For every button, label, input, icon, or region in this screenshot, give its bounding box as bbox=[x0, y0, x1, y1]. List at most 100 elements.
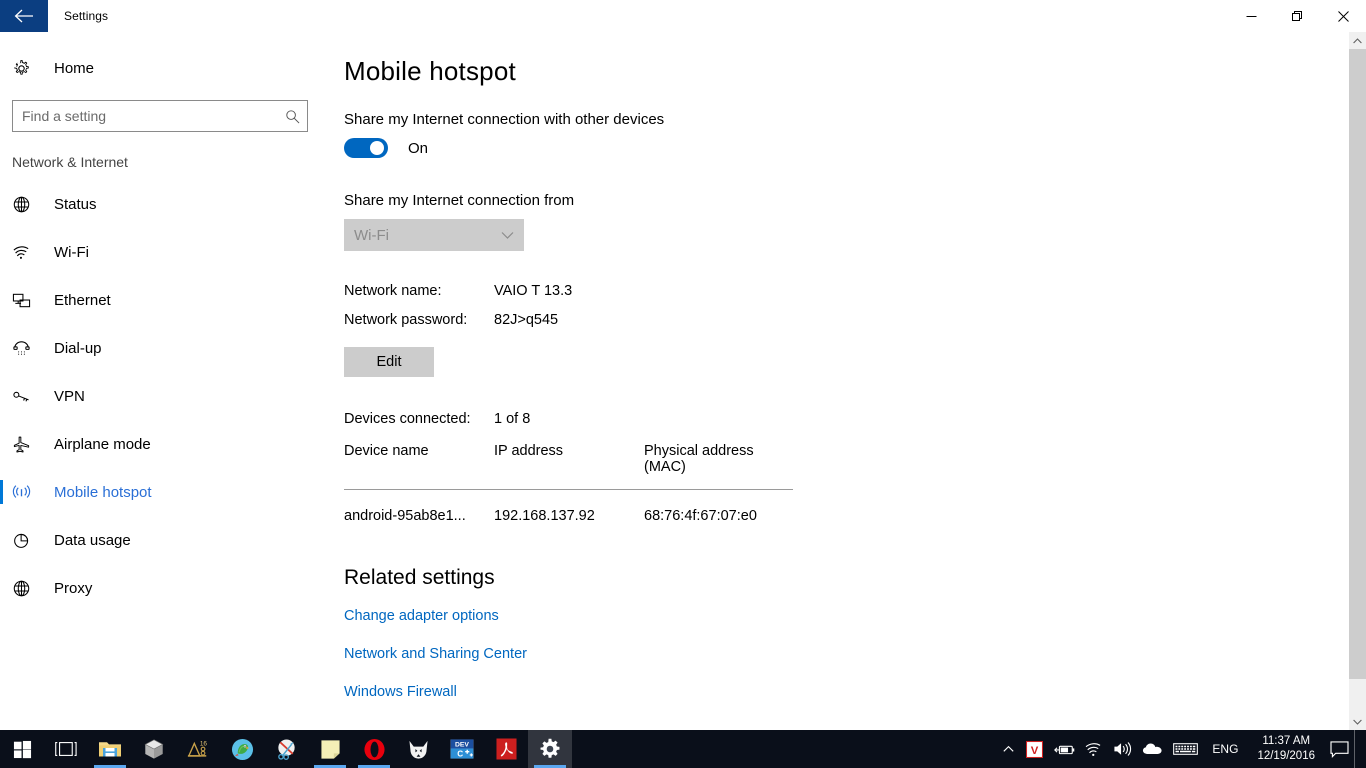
sidebar-item-dialup[interactable]: Dial-up bbox=[0, 324, 330, 372]
sidebar-item-label: VPN bbox=[54, 387, 85, 405]
taskbar-virtualbox[interactable] bbox=[132, 730, 176, 768]
column-header-mac-address: Physical address (MAC) bbox=[644, 443, 793, 490]
taskbar-settings-app[interactable] bbox=[528, 730, 572, 768]
taskbar-parrot-app[interactable] bbox=[220, 730, 264, 768]
gear-icon bbox=[540, 738, 560, 758]
share-connection-toggle[interactable] bbox=[344, 138, 388, 158]
tray-network-icon[interactable] bbox=[1080, 730, 1108, 768]
vertical-scrollbar[interactable] bbox=[1349, 32, 1366, 730]
scroll-down-button[interactable] bbox=[1349, 713, 1366, 730]
scrollbar-track[interactable] bbox=[1349, 49, 1366, 713]
network-name-key: Network name: bbox=[344, 283, 442, 299]
network-name-row: Network name: VAIO T 13.3 bbox=[344, 283, 1356, 299]
back-button[interactable] bbox=[0, 0, 48, 32]
close-button[interactable] bbox=[1320, 0, 1366, 32]
globe-icon bbox=[12, 579, 42, 598]
tray-overflow-button[interactable] bbox=[995, 730, 1021, 768]
taskbar-dev-cpp[interactable]: DEV C bbox=[440, 730, 484, 768]
devices-connected-value: 1 of 8 bbox=[494, 411, 531, 427]
sidebar-item-label: Data usage bbox=[54, 531, 131, 549]
column-header-ip-address: IP address bbox=[494, 443, 644, 490]
sidebar-item-home[interactable]: Home bbox=[0, 48, 330, 88]
sidebar-item-label: Dial-up bbox=[54, 339, 102, 357]
network-password-key: Network password: bbox=[344, 312, 468, 328]
sidebar-item-status[interactable]: Status bbox=[0, 180, 330, 228]
main-content: Mobile hotspot Share my Internet connect… bbox=[330, 32, 1356, 730]
search-box[interactable] bbox=[12, 100, 308, 132]
svg-text:16: 16 bbox=[200, 740, 208, 747]
start-button[interactable] bbox=[0, 730, 44, 768]
speaker-icon bbox=[1114, 742, 1132, 756]
selection-accent-bar bbox=[0, 432, 3, 456]
search-icon bbox=[277, 109, 307, 124]
taskbar-snipping-tool[interactable] bbox=[264, 730, 308, 768]
selection-accent-bar bbox=[0, 240, 3, 264]
action-center-button[interactable] bbox=[1325, 730, 1354, 768]
tray-vuze-icon[interactable]: V bbox=[1021, 730, 1048, 768]
taskbar-foobar2000[interactable] bbox=[396, 730, 440, 768]
restore-button[interactable] bbox=[1274, 0, 1320, 32]
clock-time: 11:37 AM bbox=[1262, 735, 1311, 747]
cell-ip-address: 192.168.137.92 bbox=[494, 507, 595, 524]
sidebar-item-proxy[interactable]: Proxy bbox=[0, 564, 330, 612]
vpn-key-icon bbox=[12, 387, 42, 406]
taskbar-opera-browser[interactable] bbox=[352, 730, 396, 768]
taskbar-adobe-reader[interactable] bbox=[484, 730, 528, 768]
parrot-icon bbox=[231, 738, 253, 760]
sidebar-item-airplane-mode[interactable]: Airplane mode bbox=[0, 420, 330, 468]
scroll-up-button[interactable] bbox=[1349, 32, 1366, 49]
tray-onedrive-icon[interactable] bbox=[1137, 730, 1168, 768]
sidebar-item-data-usage[interactable]: Data usage bbox=[0, 516, 330, 564]
wifi-icon bbox=[1086, 742, 1101, 756]
sidebar-item-label: Ethernet bbox=[54, 291, 111, 309]
caption-buttons bbox=[1228, 0, 1366, 32]
tray-touch-keyboard-icon[interactable] bbox=[1168, 730, 1203, 768]
task-view-button[interactable] bbox=[44, 730, 88, 768]
folder-icon bbox=[99, 742, 121, 757]
sidebar-item-wifi[interactable]: Wi-Fi bbox=[0, 228, 330, 276]
minimize-icon bbox=[1246, 15, 1256, 17]
link-windows-firewall[interactable]: Windows Firewall bbox=[344, 684, 457, 700]
selection-accent-bar bbox=[0, 480, 3, 504]
system-tray: V ENG 11:37 AM 12/19/2016 bbox=[995, 730, 1366, 768]
sidebar-item-mobile-hotspot[interactable]: Mobile hotspot bbox=[0, 468, 330, 516]
title-bar: Settings bbox=[0, 0, 1366, 32]
ethernet-icon bbox=[12, 291, 42, 310]
edit-button[interactable]: Edit bbox=[344, 347, 434, 377]
titlebar-drag-area bbox=[108, 0, 1228, 32]
broadcast-icon bbox=[12, 483, 42, 502]
selection-accent-bar bbox=[0, 528, 3, 552]
sidebar: Home Network & Internet bbox=[0, 32, 330, 730]
taskbar-clock[interactable]: 11:37 AM 12/19/2016 bbox=[1247, 730, 1325, 768]
share-from-dropdown[interactable]: Wi-Fi bbox=[344, 219, 524, 251]
fox-head-icon bbox=[408, 740, 428, 759]
search-input[interactable] bbox=[13, 108, 277, 124]
tray-battery-icon[interactable] bbox=[1048, 730, 1080, 768]
cloud-icon bbox=[1143, 743, 1162, 754]
adobe-pdf-icon bbox=[495, 738, 517, 760]
tray-volume-icon[interactable] bbox=[1108, 730, 1137, 768]
tray-language-indicator[interactable]: ENG bbox=[1203, 730, 1247, 768]
back-arrow-icon bbox=[14, 9, 33, 23]
restore-icon bbox=[1291, 10, 1302, 21]
related-settings-title: Related settings bbox=[344, 565, 495, 589]
show-desktop-button[interactable] bbox=[1354, 730, 1362, 768]
taskbar-file-explorer[interactable] bbox=[88, 730, 132, 768]
minimize-button[interactable] bbox=[1228, 0, 1274, 32]
sidebar-item-vpn[interactable]: VPN bbox=[0, 372, 330, 420]
toggle-state-label: On bbox=[408, 139, 429, 157]
taskbar-cad-app[interactable]: 16 bbox=[176, 730, 220, 768]
sidebar-item-ethernet[interactable]: Ethernet bbox=[0, 276, 330, 324]
link-change-adapter-options[interactable]: Change adapter options bbox=[344, 608, 499, 624]
task-view-icon bbox=[55, 742, 77, 756]
windows-logo-icon bbox=[13, 740, 31, 758]
cell-mac-address: 68:76:4f:67:07:e0 bbox=[644, 507, 757, 524]
pie-chart-icon bbox=[12, 531, 42, 550]
scrollbar-thumb[interactable] bbox=[1349, 49, 1366, 679]
link-network-and-sharing-center[interactable]: Network and Sharing Center bbox=[344, 646, 527, 662]
taskbar-sticky-notes[interactable] bbox=[308, 730, 352, 768]
gear-icon bbox=[12, 59, 42, 78]
svg-text:DEV: DEV bbox=[455, 741, 469, 748]
note-icon bbox=[320, 739, 340, 759]
devices-connected-key: Devices connected: bbox=[344, 411, 471, 427]
